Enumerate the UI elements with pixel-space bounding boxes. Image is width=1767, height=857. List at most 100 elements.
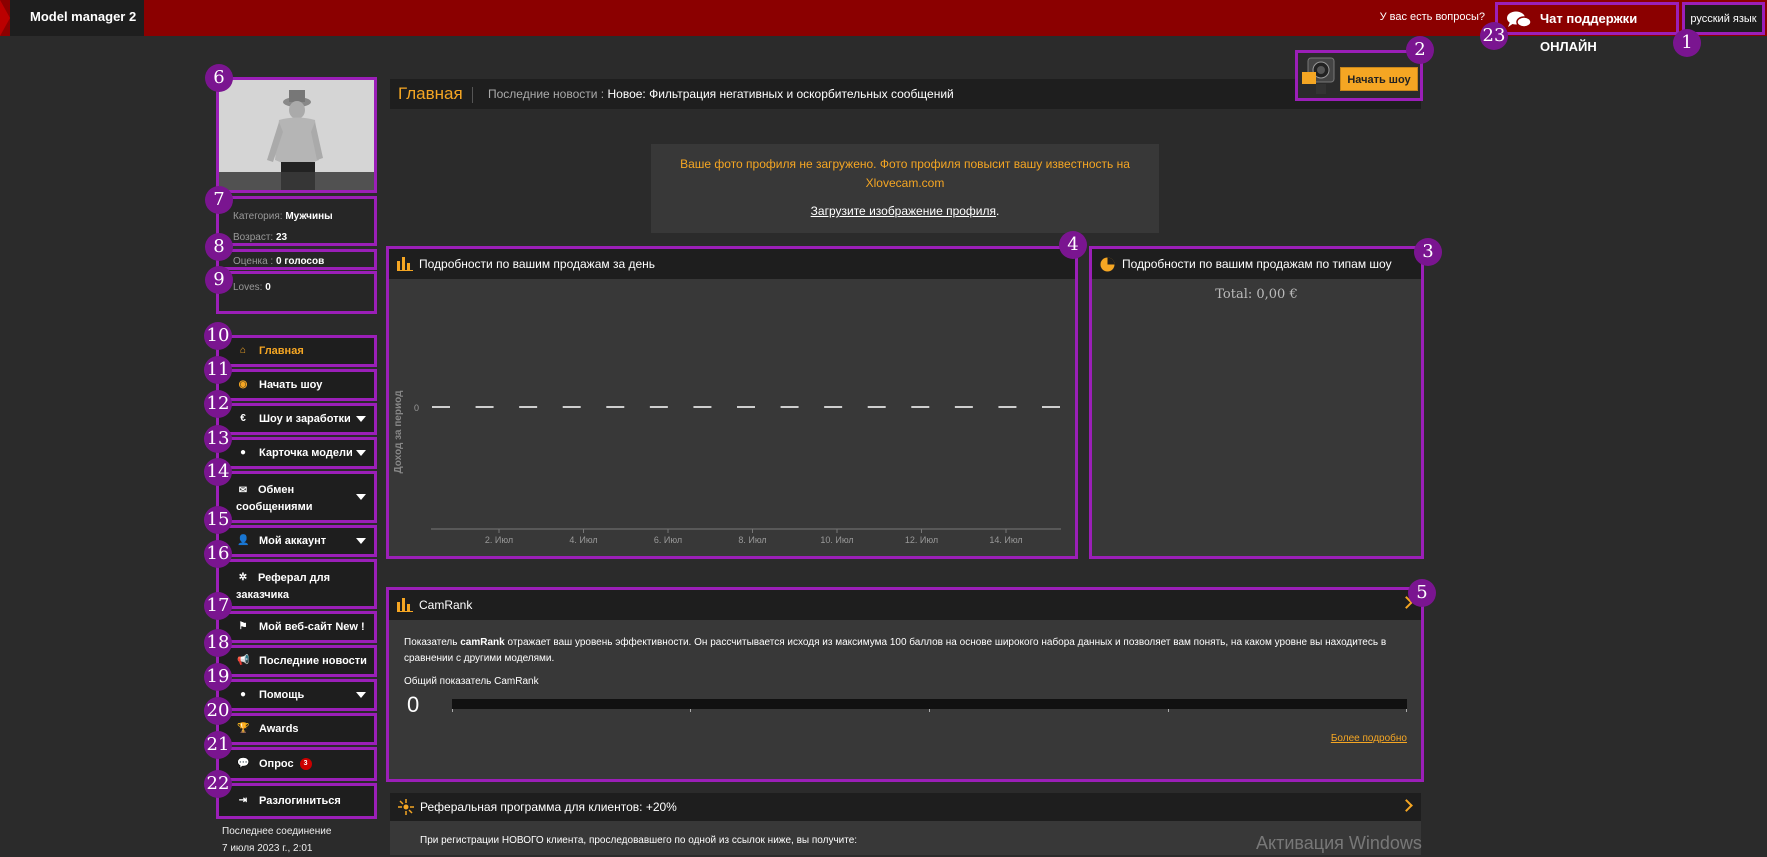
nav-item-awards[interactable]: 🏆 Awards — [216, 713, 377, 745]
camrank-title: CamRank — [419, 598, 473, 612]
poll-count-badge: 3 — [299, 758, 312, 771]
trophy-icon: 🏆 — [237, 723, 250, 734]
support-chat-button[interactable]: Чат поддержки ОНЛАЙН — [1495, 2, 1679, 54]
annotation-badge: 6 — [205, 64, 233, 92]
brand-accent — [0, 0, 10, 36]
annotation-badge: 18 — [204, 629, 232, 657]
x-tick-label: 10. Июл — [820, 535, 853, 545]
annotation-badge: 1 — [1673, 29, 1701, 57]
nav-item-home[interactable]: ⌂ Главная — [216, 335, 377, 367]
nav-item-start-show[interactable]: ◉ Начать шоу — [216, 369, 377, 401]
chat-icon: 💬 — [237, 758, 250, 769]
x-tick-label: 6. Июл — [654, 535, 682, 545]
help-icon: ● — [239, 689, 247, 700]
euro-icon: € — [240, 413, 246, 424]
more-details-link[interactable]: Более подробно — [1331, 733, 1407, 744]
nav-item-my-account[interactable]: 👤 Мой аккаунт — [216, 525, 377, 557]
sales-per-day-panel: Подробности по вашим продажам за день До… — [386, 246, 1078, 559]
user-card-icon: ● — [239, 447, 247, 458]
questions-text: У вас есть вопросы? — [1379, 11, 1485, 23]
camrank-text-post: отражает ваш уровень эффективности. Он р… — [404, 637, 1387, 664]
camrank-progress-bar — [452, 699, 1407, 712]
annotation-badge: 17 — [204, 592, 232, 620]
chevron-right-icon[interactable] — [1400, 799, 1413, 812]
nav-label: Последние новости — [259, 655, 367, 667]
x-tick-label: 12. Июл — [905, 535, 938, 545]
loves-row: Loves: 0 — [216, 271, 377, 314]
last-connection-value: 7 июля 2023 г., 2:01 — [222, 843, 313, 854]
annotation-badge: 10 — [204, 322, 232, 350]
nav-item-logout[interactable]: ⇥ Разлогиниться — [216, 783, 377, 819]
category-value: Мужчины — [285, 211, 333, 222]
start-show-button[interactable]: Начать шоу — [1340, 67, 1418, 91]
nav-label: Опрос 3 — [259, 758, 312, 771]
nav-item-customer-referral[interactable]: ✲ Реферал для заказчика — [216, 559, 377, 609]
referral-text: При регистрации НОВОГО клиента, проследо… — [420, 835, 858, 846]
pie-chart-icon — [1100, 257, 1115, 272]
website-icon: ⚑ — [238, 621, 248, 632]
loves-label: Loves: — [233, 282, 263, 293]
nav-item-help[interactable]: ● Помощь — [216, 679, 377, 711]
annotation-badge: 16 — [204, 540, 232, 568]
panel-header: Подробности по вашим продажам за день — [389, 249, 1075, 279]
nav-label: Шоу и заработки — [259, 413, 351, 425]
camrank-text-bold: camRank — [460, 637, 505, 648]
sales-by-type-panel: Подробности по вашим продажам по типам ш… — [1089, 246, 1424, 559]
chevron-down-icon — [356, 450, 366, 456]
annotation-badge: 5 — [1408, 579, 1436, 607]
nav-item-model-card[interactable]: ● Карточка модели — [216, 437, 377, 469]
camrank-overall-label: Общий показатель CamRank — [404, 676, 539, 687]
header-divider — [472, 87, 473, 103]
start-show-widget[interactable]: Начать шоу — [1295, 50, 1423, 101]
megaphone-icon: 📢 — [237, 655, 250, 666]
webcam-icon — [1302, 57, 1335, 94]
annotation-badge: 4 — [1059, 231, 1087, 259]
annotation-badge: 8 — [205, 233, 233, 261]
chevron-down-icon — [356, 692, 366, 698]
nav-item-latest-news[interactable]: 📢 Последние новости — [216, 645, 377, 677]
profile-photo[interactable] — [216, 77, 377, 193]
alert-line-2: Xlovecam.com — [865, 176, 945, 190]
nav-label: Разлогиниться — [259, 795, 341, 807]
news-headline[interactable]: Новое: Фильтрация негативных и оскорбите… — [607, 87, 953, 101]
nav-item-messages[interactable]: ✉ Обмен сообщениями — [216, 471, 377, 523]
x-tick-label: 4. Июл — [569, 535, 597, 545]
sales-by-type-title: Подробности по вашим продажам по типам ш… — [1122, 257, 1392, 271]
nav-label: Обмен сообщениями — [236, 484, 313, 513]
alert-link-suffix: . — [996, 204, 1000, 218]
language-selector[interactable]: русский язык — [1682, 2, 1765, 35]
app-brand[interactable]: Model manager 2 — [10, 0, 144, 36]
page-header: Главная Последние новости : Новое: Фильт… — [390, 79, 1421, 109]
chevron-down-icon — [356, 416, 366, 422]
nav-item-my-website[interactable]: ⚑ Мой веб-сайт New ! — [216, 611, 377, 643]
age-value: 23 — [275, 232, 288, 243]
age-label: Возраст: — [233, 232, 274, 243]
rating-label: Оценка : — [233, 256, 274, 267]
nav-item-poll[interactable]: 💬 Опрос 3 — [216, 747, 377, 781]
panel-header[interactable]: Реферальная программа для клиентов: +20% — [390, 793, 1421, 821]
nav-label: Мой веб-сайт New ! — [259, 621, 365, 633]
last-connection: Последнее соединение 7 июля 2023 г., 2:0… — [222, 823, 331, 857]
annotation-badge: 15 — [204, 506, 232, 534]
last-connection-label: Последнее соединение — [222, 826, 332, 837]
nav-label: Awards — [259, 723, 299, 735]
x-tick-label: 8. Июл — [738, 535, 766, 545]
upload-profile-image-link[interactable]: Загрузите изображение профиля — [811, 202, 996, 221]
alert-line-1: Ваше фото профиля не загружено. Фото про… — [680, 157, 1130, 171]
rating-row: Оценка : 0 голосов — [216, 249, 377, 270]
bar-chart-icon — [397, 598, 413, 612]
nav-item-shows-earnings[interactable]: € Шоу и заработки — [216, 403, 377, 435]
referral-title: Реферальная программа для клиентов: +20% — [420, 800, 677, 814]
annotation-badge: 21 — [204, 731, 232, 759]
bar-chart-icon — [397, 257, 413, 271]
camrank-panel: CamRank Показатель camRank отражает ваш … — [386, 587, 1424, 782]
news-ticker[interactable]: Последние новости : Новое: Фильтрация не… — [488, 87, 954, 101]
y-axis-label: Доход за период — [393, 390, 404, 474]
home-icon: ⌂ — [239, 345, 247, 356]
annotation-badge: 20 — [204, 697, 232, 725]
referral-icon — [398, 799, 414, 815]
annotation-badge: 19 — [204, 663, 232, 691]
loves-value: 0 — [265, 282, 271, 293]
annotation-badge: 13 — [204, 425, 232, 453]
news-label: Последние новости : — [488, 87, 605, 101]
